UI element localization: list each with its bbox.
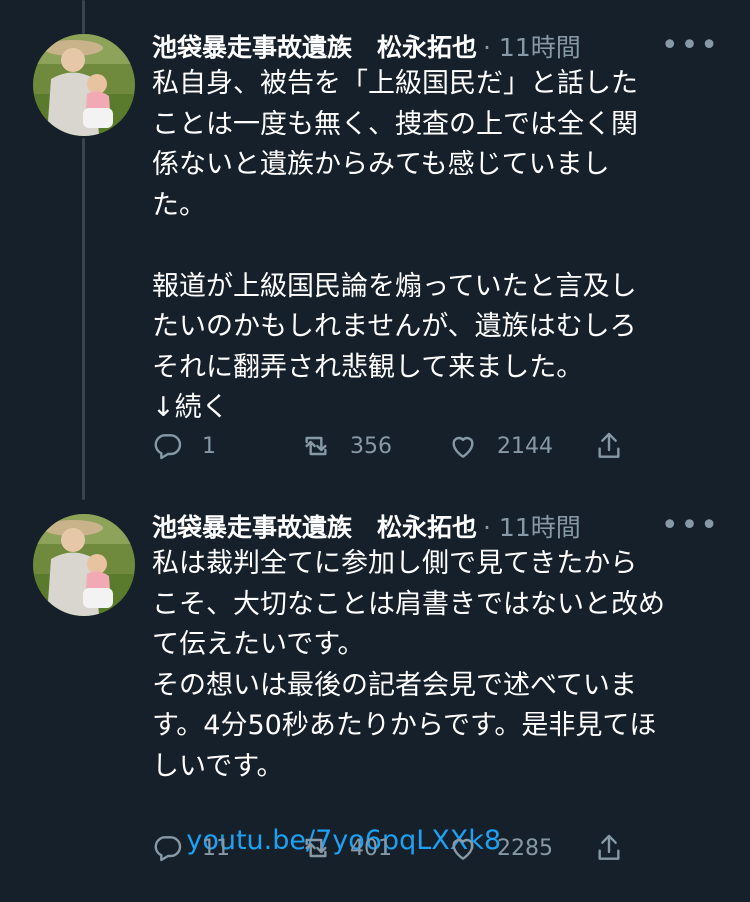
retweet-icon (305, 838, 327, 858)
share-button[interactable] (593, 828, 625, 868)
tweet-text: 私は裁判全てに参加し側で見てきたから こそ、大切なことは肩書きではないと改め て… (152, 548, 665, 782)
like-button[interactable]: 2285 (447, 828, 553, 868)
reply-icon (154, 836, 182, 862)
more-dots-icon[interactable]: ••• (661, 511, 720, 541)
avatar[interactable] (33, 514, 135, 616)
reply-count: 11 (202, 835, 230, 861)
reply-button[interactable]: 11 (152, 828, 230, 868)
tweet-timestamp[interactable]: · 11時間 (483, 508, 581, 544)
retweet-count: 401 (350, 835, 392, 861)
like-count: 2285 (497, 835, 553, 861)
tweet-actions: 11 401 2285 (152, 828, 652, 868)
share-icon (598, 834, 620, 860)
author-name[interactable]: 池袋暴走事故遺族 松永拓也 (152, 508, 477, 544)
tweet[interactable]: 池袋暴走事故遺族 松永拓也 · 11時間 ••• 私は裁判全てに参加し側で見てき… (0, 0, 750, 868)
retweet-button[interactable]: 401 (300, 828, 392, 868)
heart-icon (452, 838, 474, 860)
avatar-photo (33, 514, 135, 616)
